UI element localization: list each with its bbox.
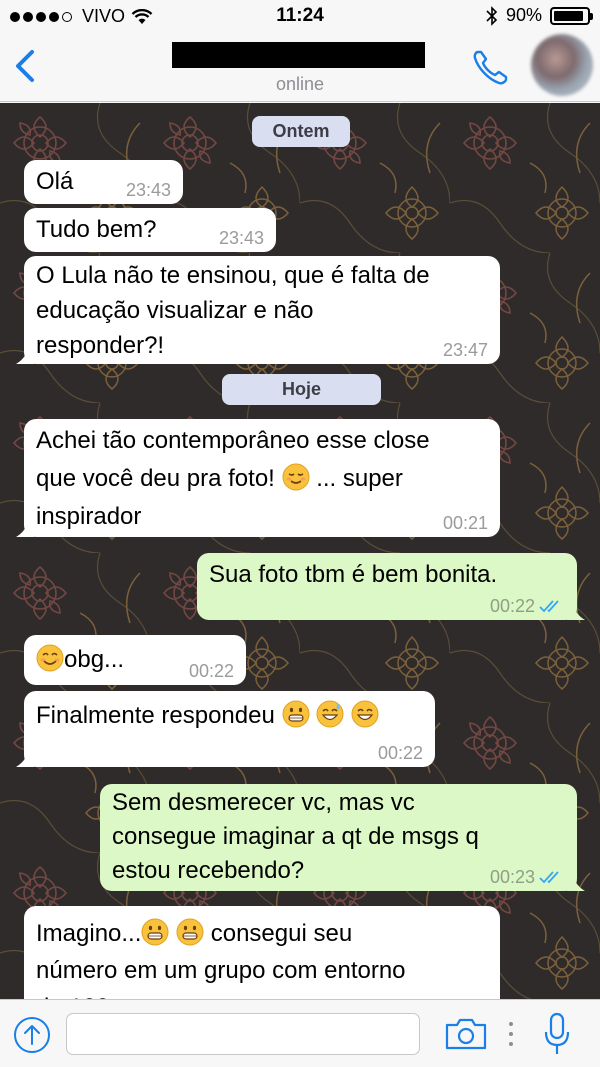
message-text: Sua foto tbm é bem bonita. (209, 561, 498, 588)
battery-percent: 90% (505, 5, 542, 25)
attach-button[interactable] (13, 1016, 51, 1054)
more-options-button[interactable] (508, 1020, 514, 1048)
message-line: que você deu pra foto! (36, 465, 275, 492)
message-incoming[interactable]: Achei tão contemporâneo esse close que v… (16, 419, 500, 537)
message-line: Imagino... (36, 920, 142, 947)
message-incoming[interactable]: Tudo bem? 23:43 (24, 208, 276, 252)
input-bar (0, 999, 600, 1067)
message-line: ... super (316, 465, 403, 492)
grinning-teeth-emoji-icon (282, 700, 309, 728)
grinning-face-emoji-icon (351, 700, 379, 728)
message-time: 00:23 (489, 867, 535, 887)
message-time: 00:22 (377, 743, 423, 763)
grinning-sweat-emoji-icon (316, 700, 344, 728)
bubble-tail (567, 604, 585, 620)
message-line: de 100 pessoas (36, 989, 406, 999)
phone-icon (473, 50, 508, 85)
message-input[interactable] (66, 1013, 420, 1055)
message-incoming[interactable]: O Lula não te ensinou, que é falta de ed… (16, 256, 500, 364)
call-button[interactable] (470, 46, 512, 88)
message-incoming[interactable]: Imagino... consegui seu número em um gru… (24, 906, 500, 999)
message-line-with-emoji: Imagino... consegui seu (36, 915, 406, 952)
camera-icon (445, 1018, 487, 1050)
message-text: obg... (36, 641, 124, 678)
message-text: O Lula não te ensinou, que é falta de ed… (36, 258, 430, 363)
message-line-with-emoji: que você deu pra foto! ... super (36, 460, 430, 498)
message-text: Finalmente respondeu (36, 697, 379, 734)
message-time: 23:47 (442, 340, 488, 360)
chat-header: online (0, 34, 600, 102)
camera-button[interactable] (444, 1016, 488, 1052)
message-time: 23:43 (125, 180, 171, 200)
read-receipt-icon (539, 871, 559, 884)
microphone-button[interactable] (544, 1012, 570, 1056)
message-time-wrap: 00:23 (490, 867, 565, 887)
smiling-face-emoji-icon (36, 644, 64, 672)
message-line: Sem desmerecer vc, mas vc (112, 789, 415, 816)
message-text: Olá (36, 168, 74, 195)
date-separator-ontem: Ontem (252, 116, 350, 147)
message-time: 00:21 (442, 513, 488, 533)
bluetooth-icon (486, 5, 498, 26)
message-outgoing[interactable]: Sua foto tbm é bem bonita. 00:22 (197, 553, 585, 620)
arrow-up-icon (24, 1025, 40, 1045)
microphone-icon (544, 1012, 570, 1054)
message-line: responder?! (36, 332, 165, 359)
message-incoming[interactable]: Finalmente respondeu 00:22 (16, 691, 435, 767)
message-line: consegui seu (210, 920, 353, 947)
message-time: 23:43 (218, 228, 264, 248)
bubble-tail (16, 751, 34, 767)
message-line: Achei tão contemporâneo esse close (36, 427, 430, 454)
battery-icon (550, 6, 593, 25)
grinning-teeth-emoji-icon (176, 918, 204, 946)
grinning-teeth-emoji-icon (141, 918, 169, 946)
message-line: inspirador (36, 503, 142, 530)
status-right: 90% (486, 5, 593, 26)
relieved-face-emoji-icon (282, 463, 310, 491)
message-time: 00:22 (489, 596, 535, 616)
message-time: 00:22 (188, 661, 234, 681)
date-label: Hoje (281, 379, 321, 399)
message-line: número em um grupo com entorno (36, 957, 406, 984)
battery-level (554, 10, 583, 21)
message-time-wrap: 00:22 (490, 596, 565, 616)
message-text: Sem desmerecer vc, mas vc consegue imagi… (112, 786, 479, 888)
message-text: Tudo bem? (36, 216, 157, 243)
message-line: consegue imaginar a qt de msgs q (112, 823, 479, 850)
bubble-tail (16, 348, 34, 364)
message-incoming[interactable]: obg... 00:22 (24, 635, 246, 685)
contact-name-redacted[interactable] (172, 42, 425, 68)
date-label: Ontem (272, 121, 330, 141)
message-incoming[interactable]: Olá 23:43 (24, 160, 183, 204)
bubble-tail (16, 521, 34, 537)
message-line: Finalmente respondeu (36, 702, 275, 729)
message-outgoing[interactable]: Sem desmerecer vc, mas vc consegue imagi… (100, 784, 585, 891)
message-line: educação visualizar e não (36, 297, 314, 324)
date-separator-hoje: Hoje (222, 374, 381, 405)
bubble-tail (567, 875, 585, 891)
message-text: Achei tão contemporâneo esse close que v… (36, 422, 430, 536)
read-receipt-icon (539, 600, 559, 613)
chat-area[interactable]: Ontem Olá 23:43 Tudo bem? 23:43 O Lula n… (0, 103, 600, 999)
message-text: Imagino... consegui seu número em um gru… (36, 915, 406, 999)
contact-avatar[interactable] (531, 34, 593, 96)
message-line: estou recebendo? (112, 857, 305, 884)
message-line: O Lula não te ensinou, que é falta de (36, 262, 430, 289)
status-bar: VIVO 11:24 90% (0, 0, 600, 34)
message-line: obg... (64, 646, 125, 673)
